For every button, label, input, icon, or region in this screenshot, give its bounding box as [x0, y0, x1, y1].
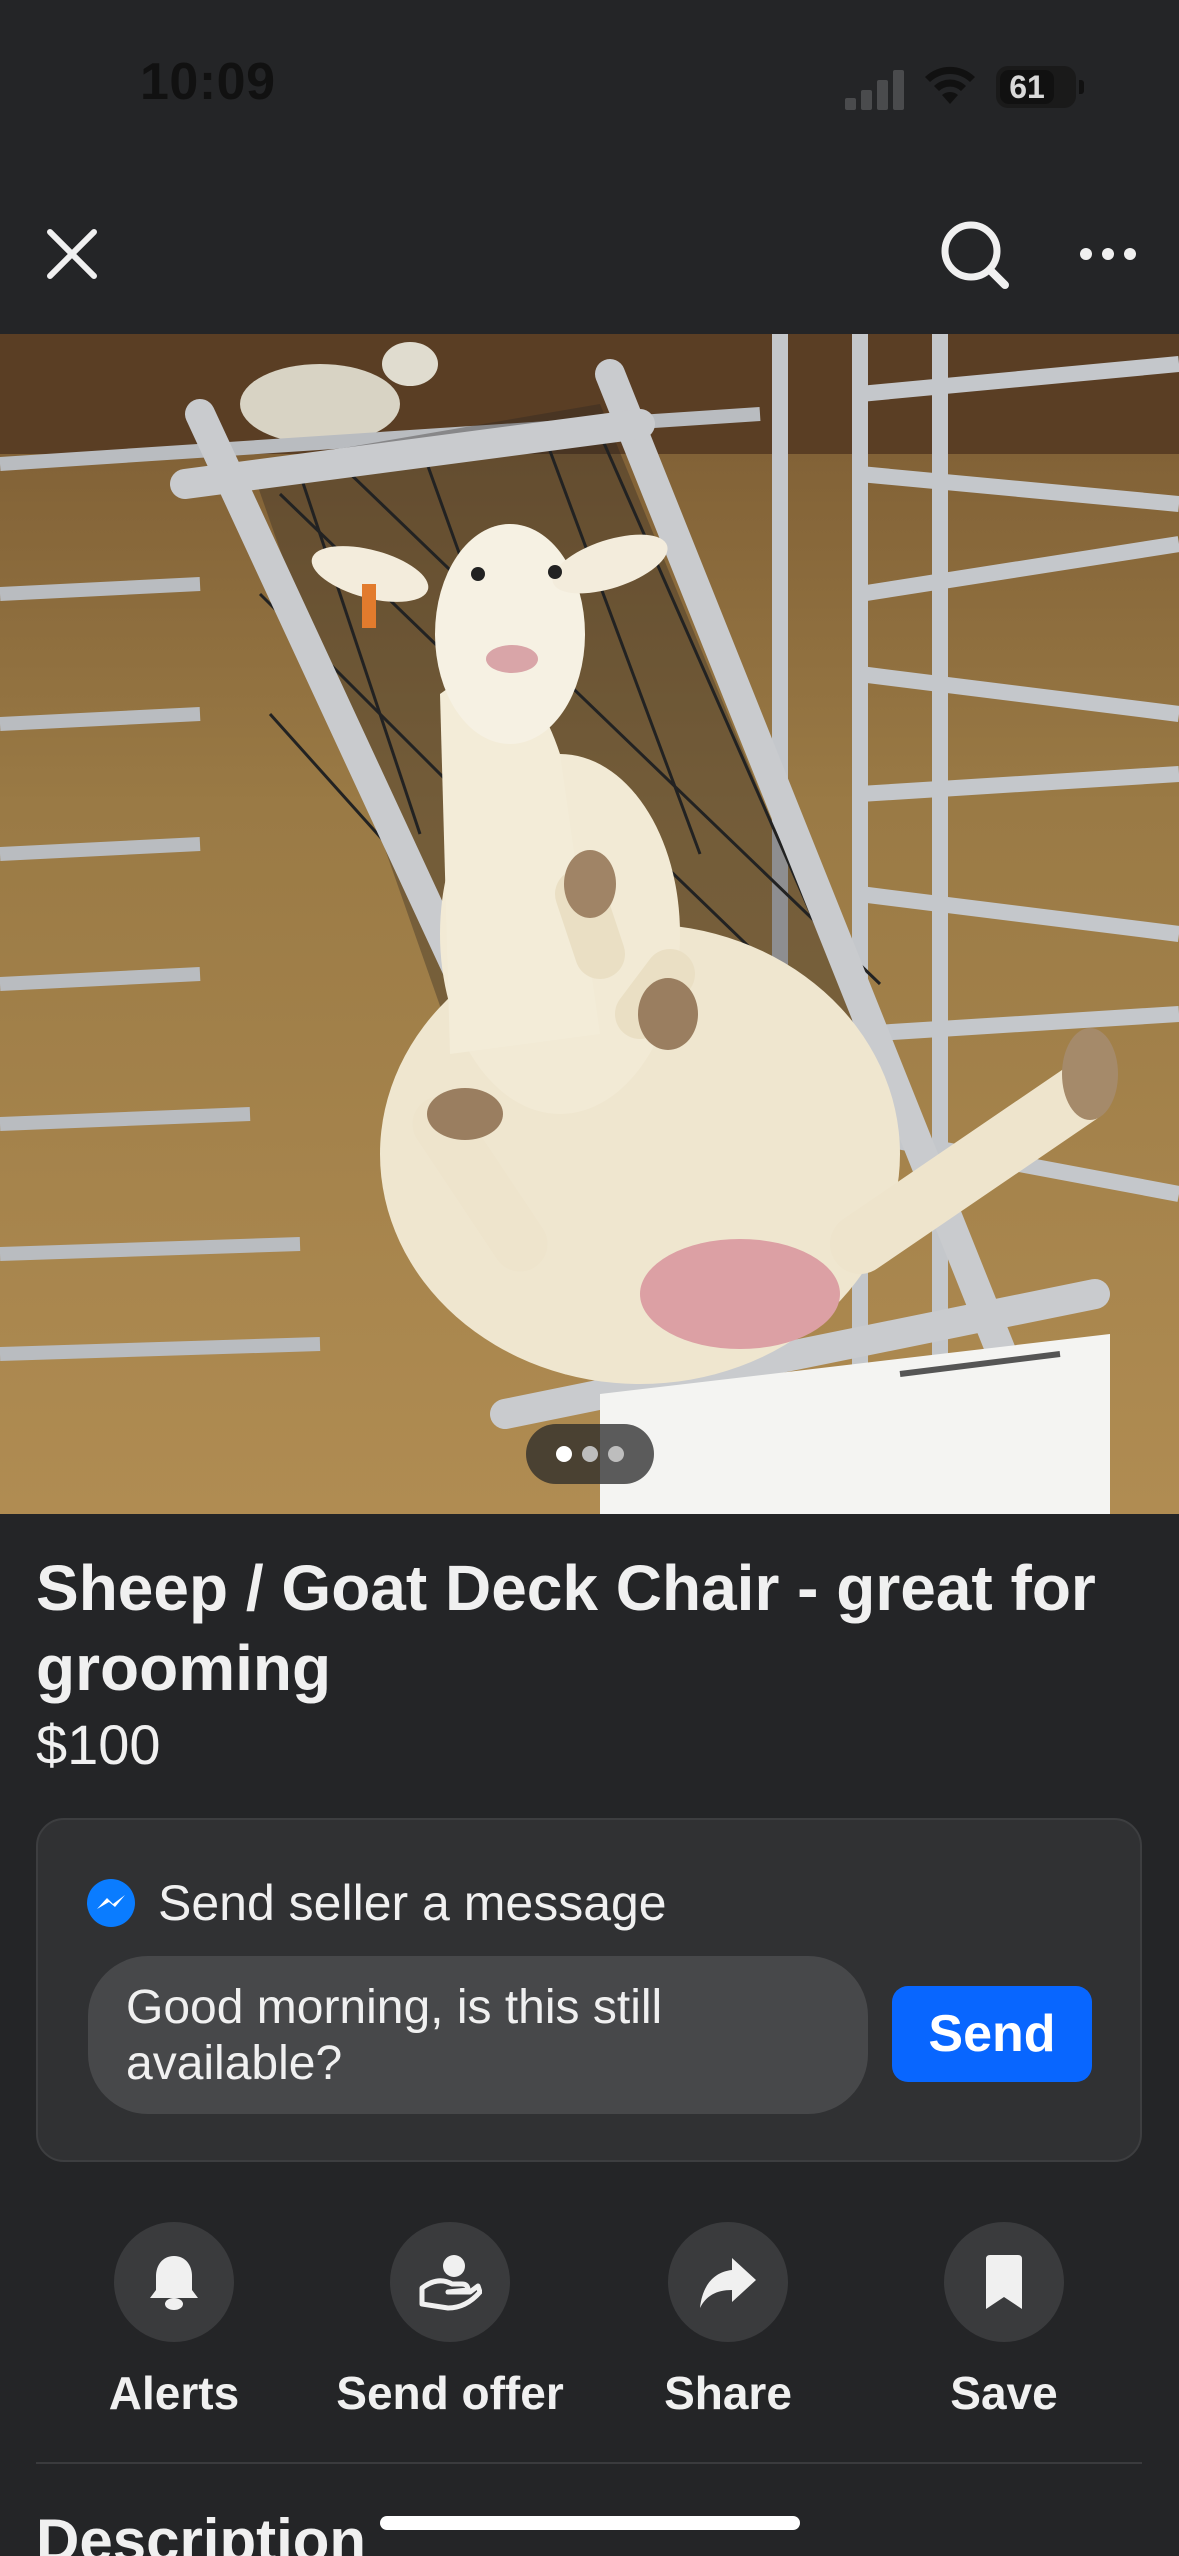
bookmark-icon [986, 2255, 1022, 2309]
listing-photo[interactable] [0, 334, 1179, 1514]
search-icon [941, 221, 1009, 289]
bell-icon [150, 2256, 198, 2310]
carousel-dot [556, 1446, 572, 1462]
alerts-label: Alerts [108, 2367, 240, 2419]
status-time: 10:09 [140, 53, 276, 111]
listing-title: Sheep / Goat Deck Chair - great for groo… [36, 1552, 1096, 1704]
send-offer-circle[interactable] [390, 2222, 510, 2342]
message-seller-card: Send seller a message Good morning, is t… [36, 1818, 1142, 2162]
photo-carousel-indicator [526, 1424, 654, 1484]
description-heading: Description [36, 2507, 367, 2556]
section-divider [36, 2462, 1142, 2464]
wifi-icon [922, 62, 978, 106]
carousel-dot [608, 1446, 624, 1462]
battery-icon: 61 [996, 66, 1084, 108]
search-button[interactable] [932, 212, 1018, 298]
message-input[interactable]: Good morning, is this still available? [88, 1956, 868, 2114]
alerts-circle[interactable] [114, 2222, 234, 2342]
send-button[interactable]: Send [892, 1986, 1092, 2082]
close-button[interactable] [32, 214, 112, 294]
save-button[interactable]: Save [864, 2222, 1144, 2420]
listing-price: $100 [36, 1713, 161, 1776]
message-card-header: Send seller a message [86, 1874, 667, 1932]
alerts-button[interactable]: Alerts [34, 2222, 314, 2420]
save-circle[interactable] [944, 2222, 1064, 2342]
carousel-dot [582, 1446, 598, 1462]
save-label: Save [950, 2367, 1058, 2419]
share-icon [700, 2258, 756, 2308]
send-offer-button[interactable]: Send offer [310, 2222, 590, 2420]
home-indicator[interactable] [380, 2516, 800, 2530]
close-icon [47, 229, 97, 279]
message-card-title: Send seller a message [158, 1875, 667, 1931]
battery-level: 61 [1009, 69, 1045, 105]
messenger-icon [87, 1879, 135, 1927]
signal-icon [845, 66, 905, 110]
offer-icon [419, 2255, 482, 2311]
more-icon [1080, 248, 1136, 260]
share-button[interactable]: Share [588, 2222, 868, 2420]
share-circle[interactable] [668, 2222, 788, 2342]
more-options-button[interactable] [1068, 214, 1148, 294]
send-offer-label: Send offer [336, 2367, 564, 2419]
share-label: Share [664, 2367, 792, 2419]
